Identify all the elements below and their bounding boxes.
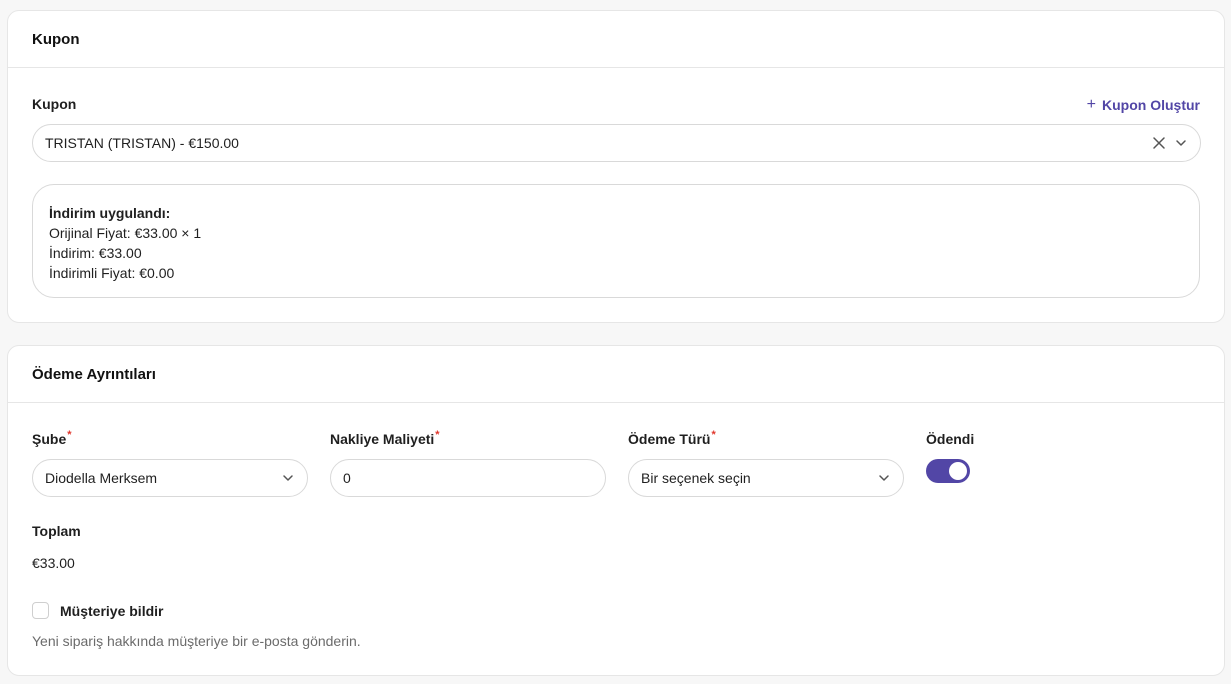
branch-select-value: Diodella Merksem xyxy=(45,470,158,486)
discounted-price-text: İndirimli Fiyat: €0.00 xyxy=(49,265,175,281)
payment-type-placeholder: Bir seçenek seçin xyxy=(641,470,751,486)
payment-type-label-text: Ödeme Türü xyxy=(628,431,711,447)
create-coupon-link[interactable]: + Kupon Oluştur xyxy=(1087,96,1200,114)
discount-info-box: İndirim uygulandı: Orijinal Fiyat: €33.0… xyxy=(32,184,1200,298)
shipping-cost-value: 0 xyxy=(343,470,351,486)
create-coupon-label: Kupon Oluştur xyxy=(1102,97,1200,113)
paid-toggle[interactable] xyxy=(926,459,970,483)
total-value: €33.00 xyxy=(32,555,75,571)
discount-amount-text: İndirim: €33.00 xyxy=(49,245,142,261)
branch-label: Şube* xyxy=(32,429,72,447)
shipping-cost-label: Nakliye Maliyeti* xyxy=(330,429,440,447)
discount-info-title: İndirim uygulandı: xyxy=(49,205,171,221)
payment-section-title: Ödeme Ayrıntıları xyxy=(8,346,1224,403)
plus-icon: + xyxy=(1086,96,1096,113)
payment-type-select[interactable]: Bir seçenek seçin xyxy=(628,459,904,497)
total-label: Toplam xyxy=(32,523,81,539)
chevron-down-icon xyxy=(283,475,293,481)
notify-customer-label[interactable]: Müşteriye bildir xyxy=(60,603,163,619)
required-mark: * xyxy=(435,429,440,441)
branch-select[interactable]: Diodella Merksem xyxy=(32,459,308,497)
chevron-down-icon xyxy=(879,475,889,481)
notify-customer-checkbox[interactable] xyxy=(32,602,49,619)
coupon-field-label: Kupon xyxy=(32,96,77,112)
coupon-card: Kupon Kupon + Kupon Oluştur TRISTAN (TRI… xyxy=(7,10,1225,323)
payment-type-label: Ödeme Türü* xyxy=(628,429,716,447)
paid-label: Ödendi xyxy=(926,431,975,447)
toggle-knob xyxy=(949,462,967,480)
required-mark: * xyxy=(711,429,716,441)
coupon-select-value: TRISTAN (TRISTAN) - €150.00 xyxy=(45,135,239,151)
shipping-cost-input[interactable]: 0 xyxy=(330,459,606,497)
original-price-text: Orijinal Fiyat: €33.00 × 1 xyxy=(49,225,202,241)
notify-customer-helper: Yeni sipariş hakkında müşteriye bir e-po… xyxy=(32,633,361,649)
chevron-down-icon[interactable] xyxy=(1174,136,1188,150)
branch-label-text: Şube xyxy=(32,431,67,447)
payment-details-card: Ödeme Ayrıntıları Şube* Diodella Merksem… xyxy=(7,345,1225,676)
close-icon[interactable] xyxy=(1152,136,1166,150)
coupon-section-title: Kupon xyxy=(8,11,1224,68)
coupon-select[interactable]: TRISTAN (TRISTAN) - €150.00 xyxy=(32,124,1201,162)
shipping-cost-label-text: Nakliye Maliyeti xyxy=(330,431,435,447)
required-mark: * xyxy=(67,429,72,441)
